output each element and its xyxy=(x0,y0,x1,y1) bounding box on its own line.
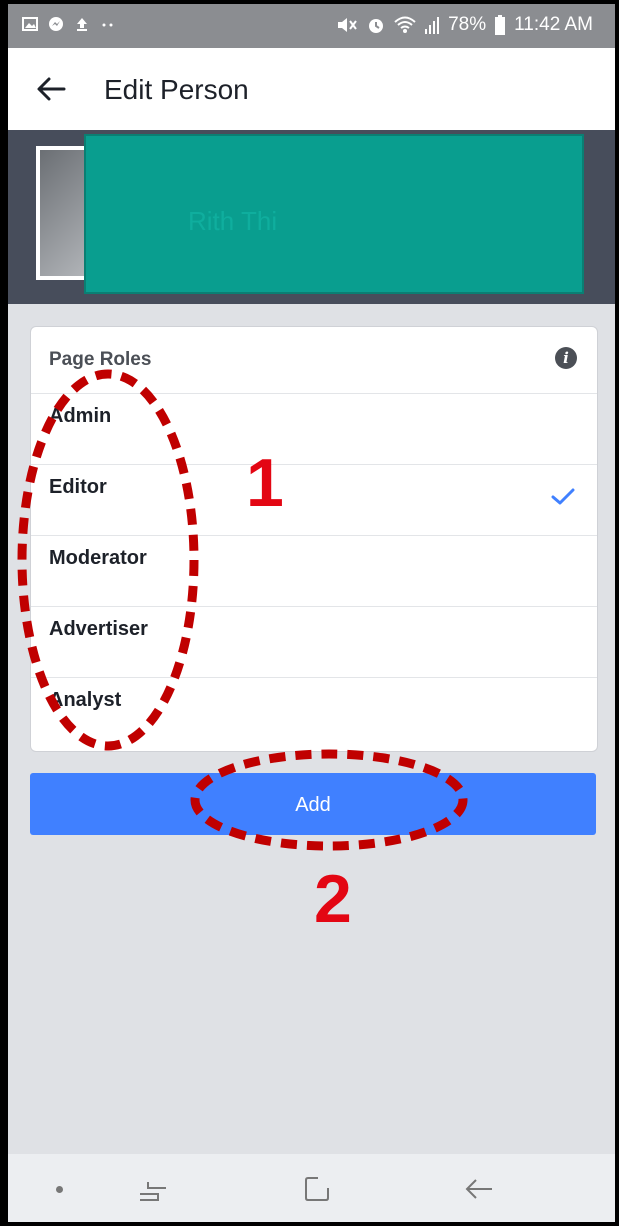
arrow-left-icon[interactable] xyxy=(34,72,68,106)
upload-icon xyxy=(77,18,87,31)
signal-icon xyxy=(425,17,440,34)
profile-photo xyxy=(36,146,90,280)
battery-icon xyxy=(495,15,506,35)
system-nav-bar xyxy=(8,1154,615,1222)
annotation-label-2: 2 xyxy=(314,861,352,937)
info-icon[interactable]: i xyxy=(555,347,577,369)
app-bar: Edit Person xyxy=(8,48,615,131)
annotation-ellipse-add xyxy=(190,749,468,851)
messenger-icon xyxy=(49,17,63,31)
battery-percent: 78% xyxy=(448,14,487,35)
dot-icon xyxy=(56,1186,63,1193)
image-icon xyxy=(22,17,38,31)
annotation-ellipse-roles xyxy=(17,369,199,751)
wifi-icon xyxy=(394,16,416,33)
home-icon[interactable] xyxy=(304,1176,330,1202)
status-bar: 78% 11:42 AM xyxy=(8,4,615,48)
recent-apps-icon[interactable] xyxy=(136,1178,170,1204)
alarm-icon xyxy=(369,19,384,33)
page-title: Edit Person xyxy=(104,74,249,105)
profile-cover: Rith Thi xyxy=(8,130,615,304)
phone-frame: 78% 11:42 AM Edit Person Rith Thi Page R… xyxy=(0,0,619,1226)
clock: 11:42 AM xyxy=(514,14,593,35)
checkmark-icon xyxy=(551,488,575,505)
more-dots-icon xyxy=(102,23,113,27)
redaction-overlay xyxy=(84,134,584,294)
back-icon[interactable] xyxy=(464,1176,494,1202)
mute-icon xyxy=(338,18,357,32)
profile-name: Rith Thi xyxy=(188,206,278,236)
annotation-label-1: 1 xyxy=(246,445,284,521)
